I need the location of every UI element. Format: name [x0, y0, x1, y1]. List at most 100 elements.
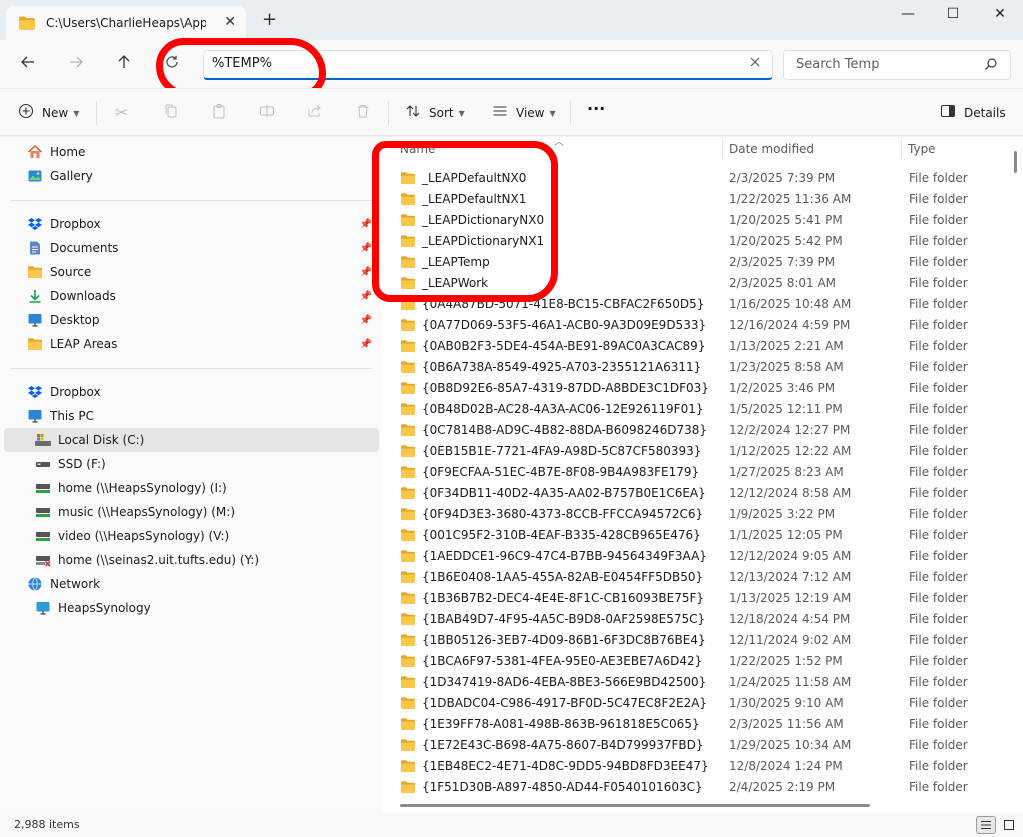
search-box[interactable] [783, 50, 1011, 80]
sidebar-item-heapssynology[interactable]: HeapsSynology [34, 596, 374, 620]
table-row[interactable]: {0F94D3E3-3680-4373-8CCB-FFCCA94572C6} 1/… [382, 503, 1010, 524]
sidebar-item-desktop[interactable]: Desktop 📌 [26, 308, 378, 332]
table-row[interactable]: {0B8D92E6-85A7-4319-87DD-A8BDE3C1DF03} 1/… [382, 377, 1010, 398]
sidebar-item-this-pc[interactable]: This PC [26, 404, 366, 428]
sidebar-item-dropbox[interactable]: Dropbox [26, 380, 366, 404]
sidebar-item-documents[interactable]: Documents 📌 [26, 236, 378, 260]
scissors-icon: ✂ [115, 103, 129, 122]
table-row[interactable]: {1D347419-8AD6-4EBA-8BE3-566E9BD42500} 1/… [382, 671, 1010, 692]
file-type: File folder [909, 611, 968, 626]
close-window-button[interactable]: ✕ [977, 6, 1023, 22]
table-row[interactable]: {0F9ECFAA-51EC-4B7E-8F08-9B4A983FE179} 1/… [382, 461, 1010, 482]
network-drive-icon [34, 480, 52, 496]
sidebar-item-gallery[interactable]: Gallery [26, 164, 366, 188]
file-date-modified: 1/23/2025 8:58 AM [729, 359, 844, 374]
trash-icon [355, 103, 371, 123]
table-row[interactable]: {1AEDDCE1-96C9-47C4-B7BB-94564349F3AA} 12… [382, 545, 1010, 566]
folder-icon [400, 780, 416, 794]
folder-icon [400, 570, 416, 584]
sidebar-item-label: Dropbox [50, 217, 101, 231]
window-tab[interactable]: C:\Users\CharlieHeaps\AppDa ✕ [6, 6, 246, 40]
vertical-scroll-thumb[interactable] [1014, 151, 1017, 173]
details-view-button[interactable] [976, 816, 996, 834]
file-name: {0B6A738A-8549-4925-A703-2355121A6311} [422, 359, 702, 374]
table-row[interactable]: {1E39FF78-A081-498B-863B-961818E5C065} 2/… [382, 713, 1010, 734]
table-row[interactable]: {1E72E43C-B698-4A75-8607-B4D799937FBD} 1/… [382, 734, 1010, 755]
home-icon [26, 144, 44, 160]
delete-button[interactable] [355, 103, 371, 123]
file-type: File folder [909, 506, 968, 521]
table-row[interactable]: {1BCA6F97-5381-4FEA-95E0-AE3EBE7A6D42} 1/… [382, 650, 1010, 671]
rename-button[interactable] [259, 103, 275, 123]
sidebar-item-source[interactable]: Source 📌 [26, 260, 378, 284]
table-row[interactable]: {0AB0B2F3-5DE4-454A-BE91-89AC0A3CAC89} 1/… [382, 335, 1010, 356]
table-row[interactable]: {1EB48EC2-4E71-4D8C-9DD5-94BD8FD3EE47} 12… [382, 755, 1010, 776]
file-name: {0F94D3E3-3680-4373-8CCB-FFCCA94572C6} [422, 506, 704, 521]
back-button[interactable] [20, 54, 36, 74]
table-row[interactable]: {001C95F2-310B-4EAF-B335-428CB965E476} 1/… [382, 524, 1010, 545]
folder-icon [400, 591, 416, 605]
table-row[interactable]: {1B6E0408-1AA5-455A-82AB-E0454FF5DB50} 12… [382, 566, 1010, 587]
file-type: File folder [909, 275, 968, 290]
folder-icon [18, 15, 36, 31]
file-type: File folder [909, 191, 968, 206]
clear-address-button[interactable] [750, 56, 760, 71]
new-label: New [42, 106, 69, 120]
details-button[interactable]: Details [940, 103, 1006, 123]
table-row[interactable]: {0EB15B1E-7721-4FA9-A98D-5C87CF580393} 1/… [382, 440, 1010, 461]
plus-circle-icon [18, 103, 34, 123]
sidebar-item-tufts-network-drive[interactable]: home (\\seinas2.uit.tufts.edu) (Y:) [34, 548, 374, 572]
maximize-button[interactable]: ☐ [930, 6, 976, 22]
column-header-type[interactable]: Type [902, 137, 1010, 161]
vertical-scrollbar[interactable] [1010, 137, 1023, 813]
file-date-modified: 12/11/2024 9:02 AM [729, 632, 852, 647]
view-button[interactable]: View ▼ [492, 103, 556, 123]
sidebar-item-music-network-drive[interactable]: music (\\HeapsSynology) (M:) [34, 500, 374, 524]
table-row[interactable]: {0A77D069-53F5-46A1-ACB0-9A3D09E9D533} 12… [382, 314, 1010, 335]
sidebar-item-home-network-drive[interactable]: home (\\HeapsSynology) (I:) [34, 476, 374, 500]
folder-icon [400, 696, 416, 710]
share-button[interactable] [307, 103, 323, 123]
file-date-modified: 1/27/2025 8:23 AM [729, 464, 844, 479]
table-row[interactable]: {1BB05126-3EB7-4D09-86B1-6F3DC8B76BE4} 12… [382, 629, 1010, 650]
table-row[interactable]: {1F51D30B-A897-4850-AD44-F0540101603C} 2/… [382, 776, 1010, 797]
copy-button[interactable] [163, 103, 179, 123]
folder-icon [400, 465, 416, 479]
file-type: File folder [909, 485, 968, 500]
table-row[interactable]: {1BAB49D7-4F95-4A5C-B9D8-0AF2598E575C} 12… [382, 608, 1010, 629]
sidebar-item-ssd[interactable]: SSD (F:) [34, 452, 374, 476]
pin-icon: 📌 [359, 290, 372, 302]
sidebar-item-local-disk[interactable]: Local Disk (C:) [4, 428, 379, 452]
table-row[interactable]: {1DBADC04-C986-4917-BF0D-5C47EC8F2E2A} 1/… [382, 692, 1010, 713]
paste-button[interactable] [211, 103, 227, 123]
search-input[interactable] [796, 57, 976, 72]
minimize-button[interactable]: — [885, 6, 931, 22]
table-row[interactable]: {0B48D02B-AC28-4A3A-AC06-12E926119F01} 1/… [382, 398, 1010, 419]
sort-button[interactable]: Sort ▼ [405, 103, 465, 123]
up-button[interactable] [116, 54, 132, 74]
table-row[interactable]: {0B6A738A-8549-4925-A703-2355121A6311} 1/… [382, 356, 1010, 377]
horizontal-scroll-thumb[interactable] [400, 804, 870, 807]
sidebar-item-home[interactable]: Home [26, 140, 366, 164]
cut-button[interactable]: ✂ [115, 103, 128, 122]
tab-close-button[interactable]: ✕ [224, 14, 236, 30]
computer-icon [34, 600, 52, 616]
sidebar-item-video-network-drive[interactable]: video (\\HeapsSynology) (V:) [34, 524, 374, 548]
column-header-date-modified[interactable]: Date modified [723, 137, 901, 161]
sidebar-item-leap-areas[interactable]: LEAP Areas 📌 [26, 332, 378, 356]
more-options-button[interactable]: ··· [587, 99, 605, 118]
horizontal-scrollbar[interactable] [382, 797, 1010, 813]
file-date-modified: 1/9/2025 3:22 PM [729, 506, 836, 521]
sidebar-item-downloads[interactable]: Downloads 📌 [26, 284, 378, 308]
sidebar-item-dropbox-pinned[interactable]: Dropbox 📌 [26, 212, 378, 236]
forward-button[interactable] [68, 54, 84, 74]
table-row[interactable]: {1B36B7B2-DEC4-4E4E-8F1C-CB16093BE75F} 1/… [382, 587, 1010, 608]
new-button[interactable]: New ▼ [18, 103, 79, 123]
new-tab-button[interactable]: + [262, 11, 277, 29]
file-name-cell: {1D347419-8AD6-4EBA-8BE3-566E9BD42500} [400, 675, 720, 689]
sidebar-item-network[interactable]: Network [26, 572, 366, 596]
tiles-view-button[interactable] [999, 816, 1019, 834]
table-row[interactable]: {0C7814B8-AD9C-4B82-88DA-B6098246D738} 12… [382, 419, 1010, 440]
table-row[interactable]: {0F34DB11-40D2-4A35-AA02-B757B0E1C6EA} 12… [382, 482, 1010, 503]
file-type: File folder [909, 737, 968, 752]
